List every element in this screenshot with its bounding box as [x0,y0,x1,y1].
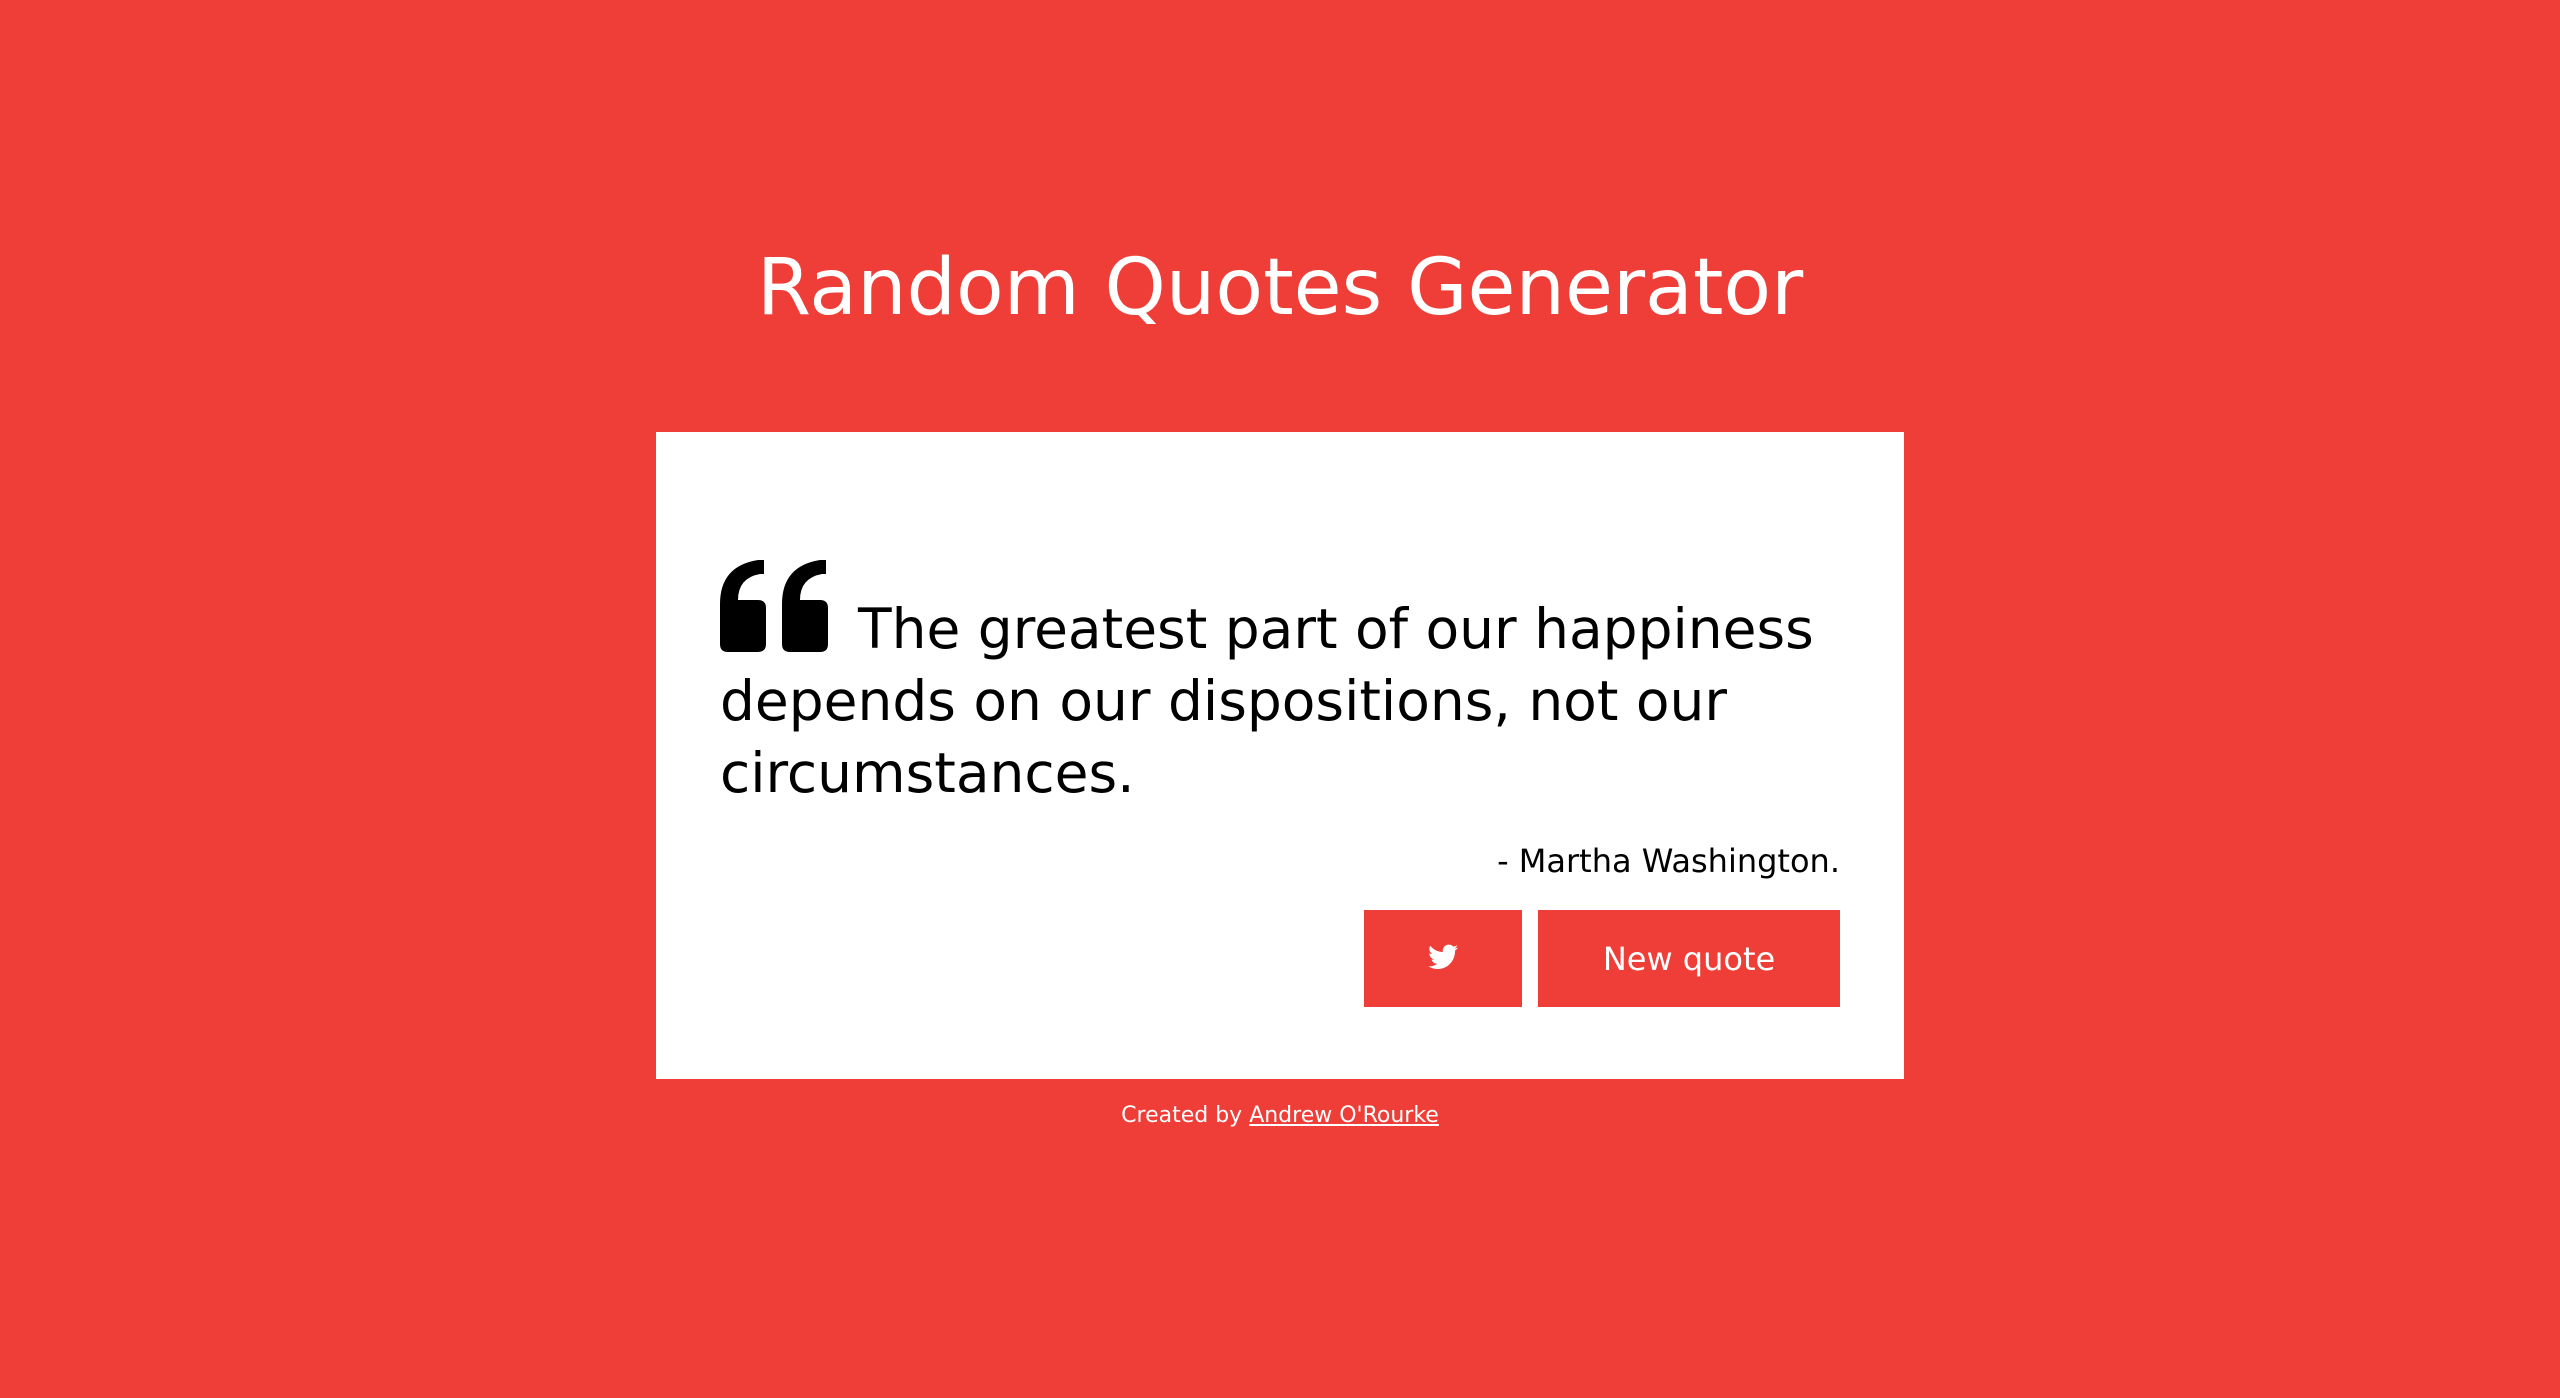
page: Random Quotes Generator The greatest par… [0,0,2560,1398]
footer-created-by: Created by [1121,1103,1243,1128]
footer: Created by Andrew O'Rourke [0,1100,2560,1132]
new-quote-button[interactable]: New quote [1538,910,1840,1007]
quote-author: - Martha Washington. [1497,842,1840,880]
quote-block: The greatest part of our happiness depen… [720,560,1850,809]
quote-card: The greatest part of our happiness depen… [656,432,1904,1079]
tweet-button[interactable] [1364,910,1522,1007]
quote-text: The greatest part of our happiness depen… [720,597,1814,805]
twitter-icon [1428,944,1458,973]
footer-author-link[interactable]: Andrew O'Rourke [1249,1103,1439,1128]
quote-left-icon [720,560,828,652]
page-title: Random Quotes Generator [756,243,1804,333]
